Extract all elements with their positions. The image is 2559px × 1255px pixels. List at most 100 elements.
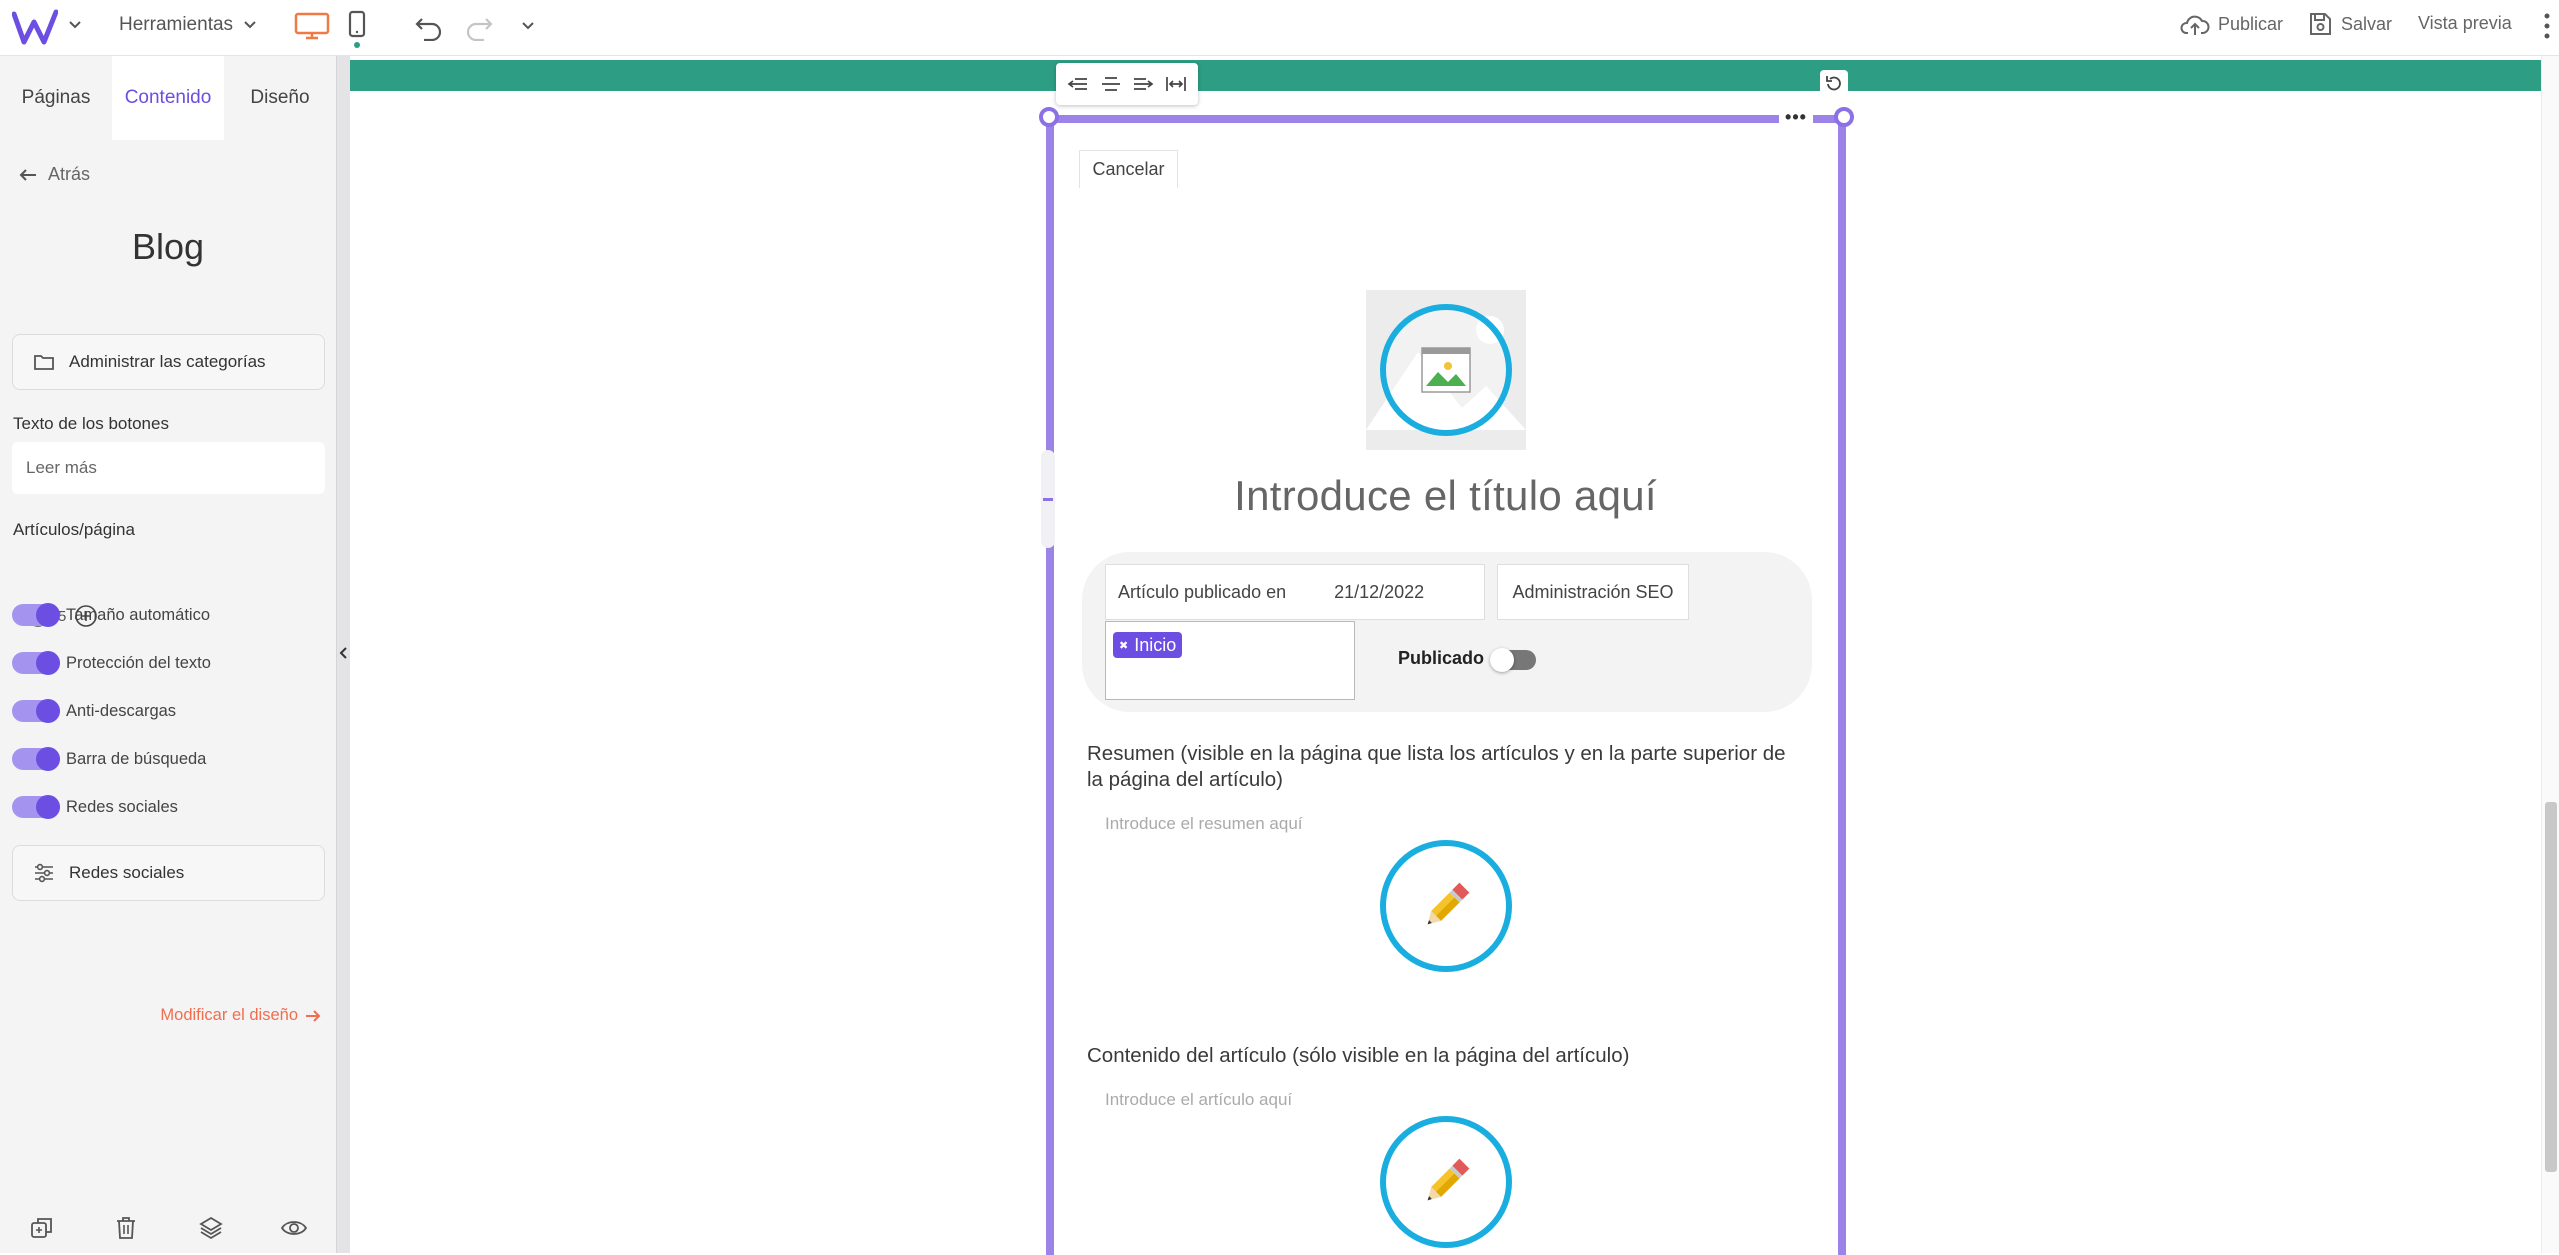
- mobile-indicator-dot: [354, 42, 360, 48]
- content-label: Contenido del artículo (sólo visible en …: [1087, 1044, 1630, 1067]
- preview-button[interactable]: Vista previa: [2418, 13, 2512, 34]
- layers-icon: [199, 1216, 223, 1240]
- button-text-label: Texto de los botones: [13, 414, 169, 433]
- tab-design[interactable]: Diseño: [224, 56, 336, 140]
- align-left-icon: [1067, 78, 1088, 90]
- rotate-ccw-icon: [1826, 76, 1841, 91]
- manage-categories-button[interactable]: Administrar las categorías: [12, 334, 325, 390]
- resize-handle-top-right[interactable]: [1834, 107, 1854, 127]
- toggle-auto-size[interactable]: Tamaño automático: [12, 603, 210, 627]
- toggle-label: Protección del texto: [66, 653, 211, 672]
- delete-button[interactable]: [110, 1212, 142, 1244]
- vertical-dots-icon: [2544, 13, 2550, 39]
- mobile-view-button[interactable]: [348, 10, 366, 48]
- side-resize-grip[interactable]: [1041, 450, 1055, 548]
- full-width-button[interactable]: [1162, 70, 1190, 98]
- align-center-button[interactable]: [1097, 70, 1125, 98]
- modify-design-label: Modificar el diseño: [160, 1006, 298, 1024]
- toggle-switch: [12, 747, 60, 771]
- published-toggle[interactable]: [1490, 648, 1536, 672]
- manage-categories-label: Administrar las categorías: [69, 352, 266, 371]
- scrollbar-thumb[interactable]: [2545, 802, 2557, 1172]
- cancel-button[interactable]: Cancelar: [1079, 150, 1178, 188]
- duplicate-icon: [31, 1218, 52, 1238]
- published-in-label: Artículo publicado en: [1118, 581, 1287, 602]
- social-networks-button[interactable]: Redes sociales: [12, 845, 325, 901]
- canvas-scrollbar[interactable]: [2541, 56, 2559, 1253]
- top-toolbar: Herramientas Publicar Salvar Vista previ…: [0, 0, 2559, 56]
- picture-icon: [1421, 347, 1471, 393]
- article-title-input[interactable]: Introduce el título aquí: [1087, 472, 1804, 520]
- tab-pages[interactable]: Páginas: [0, 56, 112, 140]
- summary-input[interactable]: Introduce el resumen aquí: [1105, 814, 1303, 834]
- save-label: Salvar: [2341, 13, 2393, 34]
- align-left-button[interactable]: [1064, 70, 1092, 98]
- arrow-left-icon: [19, 168, 36, 181]
- redo-button[interactable]: [464, 13, 494, 41]
- toggle-text-protection[interactable]: Protección del texto: [12, 651, 211, 675]
- button-text-input[interactable]: [12, 442, 325, 494]
- mobile-icon: [348, 10, 366, 38]
- tools-label: Herramientas: [119, 14, 234, 35]
- toggle-switch: [12, 699, 60, 723]
- sidebar-collapse-handle[interactable]: [336, 56, 350, 1253]
- summary-edit-button[interactable]: [1380, 840, 1512, 972]
- resize-handle-top-left[interactable]: [1039, 107, 1059, 127]
- back-label: Atrás: [48, 164, 91, 184]
- publish-label: Publicar: [2218, 13, 2284, 34]
- visibility-button[interactable]: [278, 1212, 310, 1244]
- publish-date-field[interactable]: Artículo publicado en 21/12/2022: [1105, 564, 1485, 620]
- more-dots-icon: •••: [1785, 106, 1807, 127]
- publish-button[interactable]: Publicar: [2180, 11, 2283, 37]
- logo-menu-chevron-icon[interactable]: [68, 18, 82, 32]
- summary-label: Resumen (visible en la página que lista …: [1087, 742, 1786, 791]
- panel-title: Blog: [131, 226, 205, 267]
- social-networks-label: Redes sociales: [69, 863, 185, 882]
- trash-icon: [117, 1217, 135, 1239]
- align-right-button[interactable]: [1129, 70, 1157, 98]
- undo-button[interactable]: [414, 13, 444, 41]
- articles-per-page-label: Artículos/página: [13, 520, 135, 539]
- tab-content[interactable]: Contenido: [112, 56, 224, 140]
- left-sidebar: Páginas Contenido Diseño Atrás Blog Admi…: [0, 56, 336, 1253]
- expand-width-icon: [1165, 77, 1186, 91]
- tools-menu[interactable]: Herramientas: [119, 14, 257, 36]
- category-tag: ✖ Inicio: [1113, 632, 1183, 658]
- history-menu-chevron-icon[interactable]: [521, 19, 535, 33]
- category-tag-label: Inicio: [1134, 634, 1177, 655]
- save-icon: [2310, 13, 2331, 35]
- block-more-button[interactable]: •••: [1779, 105, 1813, 129]
- content-input[interactable]: Introduce el artículo aquí: [1105, 1090, 1292, 1110]
- toggle-social-networks[interactable]: Redes sociales: [12, 795, 178, 819]
- alignment-toolbar: [1056, 63, 1198, 105]
- desktop-view-button[interactable]: [294, 12, 330, 40]
- folder-icon: [34, 355, 54, 370]
- align-center-icon: [1101, 77, 1120, 91]
- back-link[interactable]: Atrás: [18, 164, 90, 185]
- content-edit-button[interactable]: [1380, 1116, 1512, 1248]
- redo-icon: [466, 18, 493, 41]
- reset-section-button[interactable]: [1820, 70, 1848, 98]
- pencil-icon: [1427, 1158, 1470, 1201]
- align-right-icon: [1134, 78, 1154, 90]
- layers-button[interactable]: [195, 1212, 227, 1244]
- cover-image-placeholder[interactable]: [1366, 290, 1526, 450]
- modify-design-link[interactable]: Modificar el diseño: [160, 1006, 322, 1025]
- category-tag-field[interactable]: ✖ Inicio: [1105, 621, 1355, 700]
- preview-label: Vista previa: [2418, 13, 2512, 33]
- more-options-button[interactable]: [2543, 10, 2551, 42]
- pencil-icon: [1427, 882, 1470, 925]
- sliders-icon: [35, 863, 53, 883]
- duplicate-button[interactable]: [26, 1212, 58, 1244]
- eye-icon: [280, 1221, 308, 1235]
- cloud-upload-icon: [2180, 15, 2210, 35]
- remove-tag-icon[interactable]: ✖: [1119, 639, 1128, 652]
- desktop-icon: [294, 12, 330, 40]
- toggle-search-bar[interactable]: Barra de búsqueda: [12, 747, 206, 771]
- seo-settings-button[interactable]: Administración SEO: [1497, 564, 1689, 620]
- w-logo-icon: [12, 9, 58, 45]
- sidebar-tabs: Páginas Contenido Diseño: [0, 56, 336, 140]
- app-logo[interactable]: [12, 8, 58, 48]
- save-button[interactable]: Salvar: [2307, 11, 2392, 37]
- toggle-anti-download[interactable]: Anti-descargas: [12, 699, 176, 723]
